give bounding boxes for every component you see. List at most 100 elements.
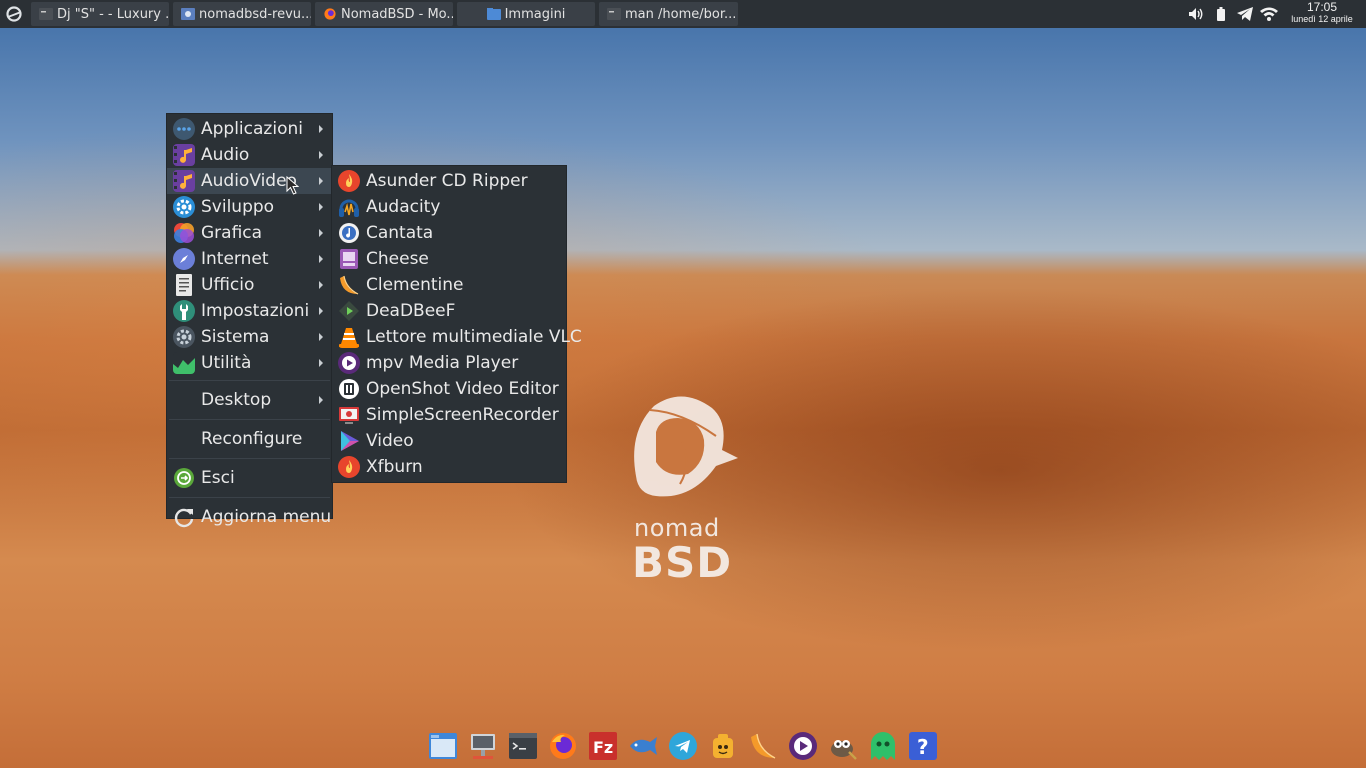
logo-text-bsd: BSD [632, 538, 733, 587]
taskbar-item-immagini[interactable]: Immagini [457, 2, 595, 26]
submenu-item-cheese[interactable]: Cheese [332, 246, 566, 272]
submenu-arrow-icon [319, 281, 323, 289]
menu-item-desktop[interactable]: Desktop [167, 385, 332, 415]
taskbar-item-luxury[interactable]: Dj "S" - - Luxury ... [31, 2, 169, 26]
dock-filezilla[interactable]: Fz [587, 730, 619, 762]
ghost-icon [871, 732, 895, 760]
firefox-icon [324, 8, 336, 20]
menu-item-sistema[interactable]: Sistema [167, 324, 332, 350]
transmission-icon [713, 734, 733, 758]
terminal-icon [607, 8, 621, 20]
submenu-item-asunder[interactable]: Asunder CD Ripper [332, 168, 566, 194]
telegram-tray-icon[interactable] [1234, 0, 1256, 28]
menu-item-utilita[interactable]: Utilità [167, 350, 332, 376]
menu-item-sviluppo[interactable]: Sviluppo [167, 194, 332, 220]
volume-icon[interactable] [1186, 0, 1206, 28]
menu-item-applicazioni[interactable]: Applicazioni [167, 116, 332, 142]
taskbar-item-firefox[interactable]: NomadBSD - Mo... [315, 2, 453, 26]
dock-ghost-app[interactable] [867, 730, 899, 762]
menu-item-reconfigure[interactable]: Reconfigure [167, 424, 332, 454]
main-menu: Applicazioni Audio AudioVideo Sviluppo G… [167, 114, 332, 528]
taskbar-item-label: Immagini [504, 6, 566, 22]
dock-network-manager[interactable] [467, 730, 499, 762]
clementine-icon [340, 275, 359, 295]
menu-item-audio[interactable]: Audio [167, 142, 332, 168]
menu-item-label: Impostazioni [201, 301, 310, 321]
taskbar-item-label: NomadBSD - Mo... [341, 6, 453, 22]
submenu-arrow-icon [319, 396, 323, 404]
internet-compass-icon [173, 248, 195, 270]
submenu-arrow-icon [319, 203, 323, 211]
submenu-item-clementine[interactable]: Clementine [332, 272, 566, 298]
asunder-icon [338, 170, 360, 192]
menu-item-label: Grafica [201, 223, 263, 243]
fish-icon [630, 737, 657, 755]
taskbar-item-label: Dj "S" - - Luxury ... [57, 6, 169, 22]
menu-item-impostazioni[interactable]: Impostazioni [167, 298, 332, 324]
menu-separator [169, 497, 330, 498]
system-gear-icon [173, 326, 195, 348]
submenu-arrow-icon [319, 359, 323, 367]
submenu-item-label: Clementine [366, 275, 464, 295]
submenu-item-label: Cantata [366, 223, 434, 243]
submenu-arrow-icon [319, 177, 323, 185]
clock[interactable]: 17:05 lunedì 12 aprile [1282, 1, 1362, 25]
menu-item-exit[interactable]: Esci [167, 463, 332, 493]
submenu-item-label: Lettore multimediale VLC [366, 327, 582, 347]
dock-clementine[interactable] [747, 730, 779, 762]
submenu-item-xfburn[interactable]: Xfburn [332, 454, 566, 480]
menu-item-ufficio[interactable]: Ufficio [167, 272, 332, 298]
submenu-item-label: Video [366, 431, 414, 451]
menu-item-grafica[interactable]: Grafica [167, 220, 332, 246]
submenu-item-label: Asunder CD Ripper [366, 171, 528, 191]
dock-gimp[interactable] [827, 730, 859, 762]
menu-item-label: Utilità [201, 353, 252, 373]
refresh-icon [174, 508, 194, 528]
submenu-item-label: Xfburn [366, 457, 423, 477]
dock-terminal[interactable] [507, 730, 539, 762]
dock-fish[interactable] [627, 730, 659, 762]
submenu-arrow-icon [319, 229, 323, 237]
mouse-cursor-icon [286, 176, 299, 195]
menu-separator [169, 419, 330, 420]
menu-item-label: Audio [201, 145, 250, 165]
wifi-icon[interactable] [1258, 0, 1280, 28]
submenu-item-simplescreenrecorder[interactable]: SimpleScreenRecorder [332, 402, 566, 428]
dock-help[interactable]: ? [907, 730, 939, 762]
multimedia-icon [173, 170, 195, 192]
dock-telegram[interactable] [667, 730, 699, 762]
svg-text:?: ? [917, 735, 929, 759]
menu-item-label: Sviluppo [201, 197, 275, 217]
taskbar-item-man-terminal[interactable]: man /home/bor... [599, 2, 738, 26]
battery-icon[interactable] [1212, 0, 1230, 28]
taskbar-item-nomadbsd-review[interactable]: nomadbsd-revu... [173, 2, 311, 26]
submenu-item-cantata[interactable]: Cantata [332, 220, 566, 246]
video-icon [341, 431, 359, 451]
submenu-item-deadbeef[interactable]: DeaDBeeF [332, 298, 566, 324]
submenu-item-label: DeaDBeeF [366, 301, 456, 321]
dock-firefox[interactable] [547, 730, 579, 762]
submenu-item-vlc[interactable]: Lettore multimediale VLC [332, 324, 582, 350]
nomadbsd-helmet-logo [634, 396, 738, 497]
menu-item-audiovideo[interactable]: AudioVideo [167, 168, 332, 195]
submenu-item-mpv[interactable]: mpv Media Player [332, 350, 566, 376]
terminal-icon [39, 8, 53, 20]
start-menu-button[interactable] [0, 0, 28, 28]
xfburn-icon [338, 456, 360, 478]
vlc-icon [339, 328, 359, 348]
menu-item-label: Esci [201, 468, 235, 488]
menu-item-label: Aggiorna menu [201, 507, 332, 527]
submenu-item-openshot[interactable]: OpenShot Video Editor [332, 376, 566, 402]
menu-item-label: Desktop [201, 390, 272, 410]
dock-file-manager[interactable] [427, 730, 459, 762]
dock-mpv[interactable] [787, 730, 819, 762]
menu-item-refresh[interactable]: Aggiorna menu [167, 502, 332, 532]
menu-separator [169, 380, 330, 381]
settings-wrench-icon [173, 300, 195, 322]
submenu-item-audacity[interactable]: Audacity [332, 194, 566, 220]
taskbar-item-label: nomadbsd-revu... [199, 6, 311, 22]
submenu-item-video[interactable]: Video [332, 428, 566, 454]
nomadbsd-logo-icon [6, 6, 22, 22]
menu-item-internet[interactable]: Internet [167, 246, 332, 272]
dock-transmission[interactable] [707, 730, 739, 762]
